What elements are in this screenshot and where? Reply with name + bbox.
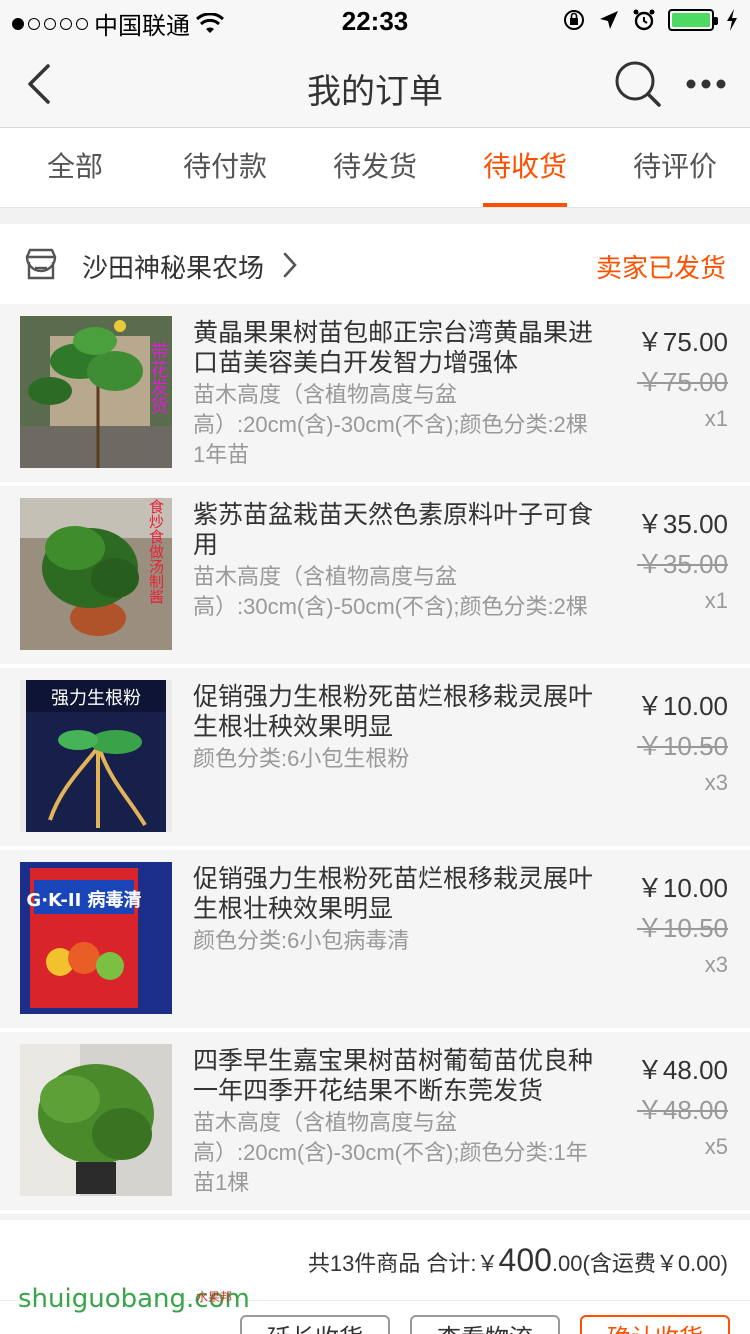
item-price: ￥35.00: [636, 509, 728, 539]
order-tabs: 全部 待付款 待发货 待收货 待评价: [0, 128, 750, 208]
watermark-logo: 水果邦: [196, 1290, 233, 1304]
confirm-receipt-button[interactable]: 确认收货: [580, 1315, 730, 1334]
back-arrow-icon[interactable]: [20, 62, 64, 106]
item-quantity: x5: [704, 1134, 728, 1159]
shop-header[interactable]: 沙田神秘果农场 卖家已发货: [0, 224, 750, 304]
item-title[interactable]: 促销强力生根粉死苗烂根移栽灵展叶生根壮秧效果明显: [193, 864, 593, 924]
search-icon[interactable]: [614, 60, 662, 108]
item-title[interactable]: 黄晶果果树苗包邮正宗台湾黄晶果进口苗美容美白开发智力增强体: [193, 318, 593, 378]
item-original-price: ￥10.50: [636, 913, 728, 943]
item-original-price: ￥10.50: [636, 731, 728, 761]
item-spec: 苗木高度（含植物高度与盆高）:20cm(含)-30cm(不含);颜色分类:1年苗…: [193, 1110, 588, 1195]
product-thumbnail[interactable]: 强力生根粉: [20, 680, 172, 832]
order-card: 沙田神秘果农场 卖家已发货 带花发货 黄晶果果树苗包邮正宗台湾黄晶果进口苗美容美…: [0, 224, 750, 1214]
item-quantity: x1: [704, 588, 728, 613]
item-quantity: x3: [704, 770, 728, 795]
total-cents: .00: [551, 1251, 583, 1276]
item-original-price: ￥75.00: [636, 367, 728, 397]
item-spec: 颜色分类:6小包生根粉: [193, 746, 410, 771]
item-spec: 苗木高度（含植物高度与盆高）:30cm(含)-50cm(不含);颜色分类:2棵: [193, 564, 588, 619]
location-icon: [600, 11, 618, 29]
item-price: ￥10.00: [636, 691, 728, 721]
tab-pending-review[interactable]: 待评价: [600, 128, 750, 207]
alarm-icon: [633, 9, 655, 31]
shipping-fee: (含运费￥0.00): [582, 1251, 728, 1276]
tab-pending-payment[interactable]: 待付款: [150, 128, 300, 207]
thumb-overlay-text: G·K-II 病毒清: [26, 889, 141, 911]
item-original-price: ￥35.00: [636, 549, 728, 579]
tab-all[interactable]: 全部: [0, 128, 150, 207]
order-item[interactable]: 生食炒食做汤制酱 紫苏苗盆栽苗天然色素原料叶子可食用 苗木高度（含植物高度与盆高…: [0, 486, 750, 664]
item-price: ￥10.00: [636, 873, 728, 903]
nav-bar: 我的订单: [0, 40, 750, 128]
order-item[interactable]: G·K-II 病毒清 促销强力生根粉死苗烂根移栽灵展叶生根壮秧效果明显 颜色分类…: [0, 850, 750, 1028]
item-title[interactable]: 四季早生嘉宝果树苗树葡萄苗优良种一年四季开花结果不断东莞发货: [193, 1046, 593, 1106]
product-thumbnail[interactable]: G·K-II 病毒清: [20, 862, 172, 1014]
orientation-lock-icon: [564, 10, 584, 30]
item-price: ￥48.00: [636, 1055, 728, 1085]
order-item[interactable]: 强力生根粉 促销强力生根粉死苗烂根移栽灵展叶生根壮秧效果明显 颜色分类:6小包生…: [0, 668, 750, 846]
item-spec: 颜色分类:6小包病毒清: [193, 928, 410, 953]
tab-pending-shipment[interactable]: 待发货: [300, 128, 450, 207]
item-price: ￥75.00: [636, 327, 728, 357]
product-thumbnail[interactable]: [20, 1044, 172, 1196]
order-item[interactable]: 四季早生嘉宝果树苗树葡萄苗优良种一年四季开花结果不断东莞发货 苗木高度（含植物高…: [0, 1032, 750, 1210]
item-quantity: x1: [704, 406, 728, 431]
more-icon[interactable]: [684, 64, 728, 104]
thumb-overlay-text: 带花发货: [148, 342, 169, 414]
product-thumbnail[interactable]: 带花发货: [20, 316, 172, 468]
chevron-right-icon: [283, 252, 297, 278]
thumb-overlay-text: 生食炒食做汤制酱: [147, 498, 165, 604]
order-status: 卖家已发货: [595, 253, 726, 283]
extend-receipt-button[interactable]: 延长收货: [240, 1315, 390, 1334]
item-title[interactable]: 紫苏苗盆栽苗天然色素原料叶子可食用: [193, 500, 593, 560]
shop-icon: [25, 248, 57, 280]
item-quantity: x3: [704, 952, 728, 977]
charging-icon: [727, 9, 737, 31]
thumb-overlay-text: 强力生根粉: [51, 688, 141, 709]
summary-prefix: 共13件商品 合计:￥: [307, 1251, 499, 1276]
order-item[interactable]: 带花发货 黄晶果果树苗包邮正宗台湾黄晶果进口苗美容美白开发智力增强体 苗木高度（…: [0, 304, 750, 482]
view-logistics-button[interactable]: 查看物流: [410, 1315, 560, 1334]
battery-icon: [668, 9, 718, 31]
status-bar: 中国联通 22:33: [0, 0, 750, 40]
order-total: 共13件商品 合计:￥400.00(含运费￥0.00): [308, 1242, 728, 1279]
product-thumbnail[interactable]: 生食炒食做汤制酱: [20, 498, 172, 650]
item-spec: 苗木高度（含植物高度与盆高）:20cm(含)-30cm(不含);颜色分类:2棵1…: [193, 382, 588, 467]
status-indicators: [562, 8, 738, 32]
shop-name[interactable]: 沙田神秘果农场: [82, 248, 264, 285]
total-amount: 400: [498, 1242, 552, 1278]
tab-pending-receipt[interactable]: 待收货: [450, 128, 600, 207]
item-original-price: ￥48.00: [636, 1095, 728, 1125]
item-title[interactable]: 促销强力生根粉死苗烂根移栽灵展叶生根壮秧效果明显: [193, 682, 593, 742]
